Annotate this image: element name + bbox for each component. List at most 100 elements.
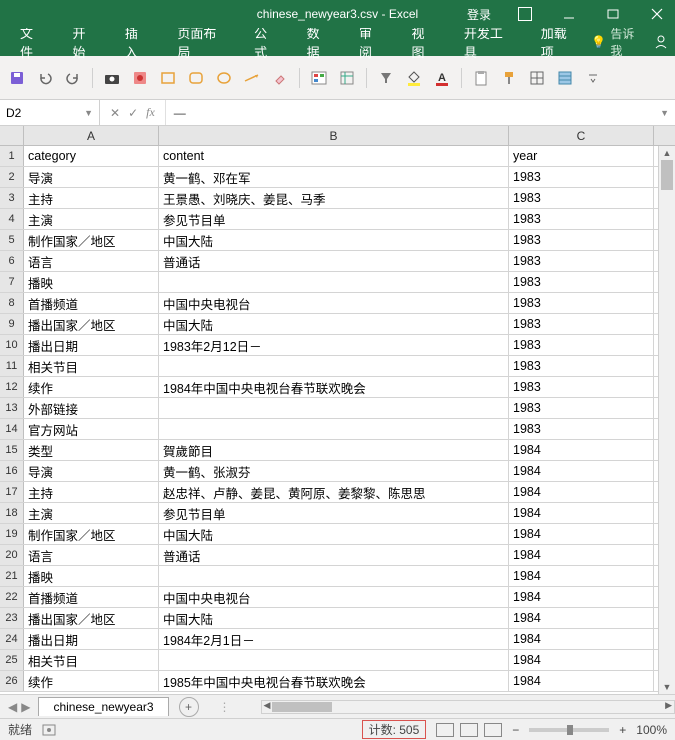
vscroll-thumb[interactable] [661, 160, 673, 190]
row-header[interactable]: 14 [0, 419, 24, 439]
scroll-down-icon[interactable]: ▼ [659, 680, 675, 694]
cell[interactable]: 播出国家／地区 [24, 314, 159, 334]
cell[interactable]: 赵忠祥、卢静、姜昆、黄阿原、姜黎黎、陈思思 [159, 482, 509, 502]
row-header[interactable]: 15 [0, 440, 24, 460]
zoom-in-icon[interactable]: + [619, 723, 626, 737]
cell[interactable]: 1985年中国中央电视台春节联欢晚会 [159, 671, 509, 691]
borders-icon[interactable] [528, 69, 546, 87]
row-header[interactable]: 11 [0, 356, 24, 376]
cell[interactable]: 1984 [509, 503, 654, 523]
row-header[interactable]: 10 [0, 335, 24, 355]
cell[interactable]: 中国中央电视台 [159, 587, 509, 607]
cell[interactable] [159, 650, 509, 670]
row-header[interactable]: 8 [0, 293, 24, 313]
cell[interactable]: 1983 [509, 230, 654, 250]
row-header[interactable]: 25 [0, 650, 24, 670]
undo-icon[interactable] [36, 69, 54, 87]
cell[interactable]: 1983 [509, 419, 654, 439]
font-color-icon[interactable]: A [433, 69, 451, 87]
cell[interactable]: 中国大陆 [159, 230, 509, 250]
close-button[interactable] [639, 0, 675, 28]
cell[interactable]: 黄一鹤、张淑芬 [159, 461, 509, 481]
cell[interactable]: 官方网站 [24, 419, 159, 439]
cell[interactable]: 1983 [509, 335, 654, 355]
tab-developer[interactable]: 开发工具 [450, 28, 527, 56]
tab-review[interactable]: 审阅 [345, 28, 397, 56]
cell[interactable]: 语言 [24, 545, 159, 565]
cell[interactable]: 播映 [24, 566, 159, 586]
tab-file[interactable]: 文件 [6, 28, 58, 56]
cell[interactable]: 1983 [509, 272, 654, 292]
expand-formula-bar-icon[interactable]: ▼ [654, 108, 675, 118]
cell[interactable]: 参见节目单 [159, 503, 509, 523]
cell[interactable]: 普通话 [159, 545, 509, 565]
record-macro-icon[interactable] [131, 69, 149, 87]
cell[interactable]: 主持 [24, 482, 159, 502]
customize-qat-icon[interactable] [584, 69, 602, 87]
row-header[interactable]: 2 [0, 167, 24, 187]
cell[interactable]: 1984 [509, 587, 654, 607]
cell[interactable]: 王景愚、刘晓庆、姜昆、马季 [159, 188, 509, 208]
cell[interactable]: 1984年2月1日－ [159, 629, 509, 649]
col-header-C[interactable]: C [509, 126, 654, 145]
maximize-button[interactable] [595, 0, 631, 28]
cell[interactable]: 续作 [24, 377, 159, 397]
name-box[interactable]: ▼ [0, 100, 100, 125]
freeze-panes-icon[interactable] [338, 69, 356, 87]
cell[interactable]: 1984 [509, 440, 654, 460]
cell[interactable]: 1984 [509, 608, 654, 628]
redo-icon[interactable] [64, 69, 82, 87]
chevron-down-icon[interactable]: ▼ [84, 108, 93, 118]
cell[interactable]: 1984 [509, 482, 654, 502]
cell[interactable]: 类型 [24, 440, 159, 460]
cell[interactable]: 主演 [24, 503, 159, 523]
row-header[interactable]: 13 [0, 398, 24, 418]
tab-addins[interactable]: 加载项 [527, 28, 592, 56]
conditional-format-icon[interactable] [310, 69, 328, 87]
row-header[interactable]: 19 [0, 524, 24, 544]
cell[interactable] [159, 566, 509, 586]
row-header[interactable]: 12 [0, 377, 24, 397]
vertical-scrollbar[interactable]: ▲ ▼ [658, 146, 675, 694]
zoom-level[interactable]: 100% [636, 723, 667, 737]
view-page-layout-icon[interactable] [460, 723, 478, 737]
row-header[interactable]: 18 [0, 503, 24, 523]
tell-me[interactable]: 💡 告诉我 [591, 25, 643, 59]
row-header[interactable]: 7 [0, 272, 24, 292]
tab-data[interactable]: 数据 [293, 28, 345, 56]
cell[interactable]: 1984 [509, 650, 654, 670]
shape-round-rect-icon[interactable] [187, 69, 205, 87]
cell[interactable]: category [24, 146, 159, 166]
cell[interactable]: 制作国家／地区 [24, 230, 159, 250]
row-header[interactable]: 5 [0, 230, 24, 250]
shape-oval-icon[interactable] [215, 69, 233, 87]
cell[interactable]: 黄一鹤、邓在军 [159, 167, 509, 187]
cell[interactable]: 续作 [24, 671, 159, 691]
login-button[interactable]: 登录 [459, 6, 499, 23]
row-header[interactable]: 1 [0, 146, 24, 166]
cell[interactable]: 导演 [24, 167, 159, 187]
col-header-A[interactable]: A [24, 126, 159, 145]
cell[interactable]: 外部链接 [24, 398, 159, 418]
sheet-nav-next-icon[interactable]: ▶ [21, 700, 30, 714]
formula-bar[interactable]: — [165, 100, 654, 125]
horizontal-scrollbar[interactable]: ◀ ▶ [261, 700, 675, 714]
row-header[interactable]: 17 [0, 482, 24, 502]
macro-record-icon[interactable] [42, 724, 56, 736]
cell[interactable] [159, 398, 509, 418]
cell[interactable]: 相关节目 [24, 356, 159, 376]
row-header[interactable]: 22 [0, 587, 24, 607]
scroll-up-icon[interactable]: ▲ [659, 146, 675, 160]
cell[interactable]: 1984 [509, 524, 654, 544]
name-box-input[interactable] [6, 106, 66, 120]
cell[interactable]: 1984 [509, 461, 654, 481]
row-header[interactable]: 9 [0, 314, 24, 334]
cell[interactable]: 1984 [509, 545, 654, 565]
cell[interactable]: 1984 [509, 566, 654, 586]
share-button[interactable] [653, 34, 669, 50]
cell[interactable]: 1983 [509, 251, 654, 271]
cell[interactable]: 播出国家／地区 [24, 608, 159, 628]
cell[interactable]: content [159, 146, 509, 166]
cell[interactable]: 主演 [24, 209, 159, 229]
select-all-corner[interactable] [0, 126, 24, 145]
